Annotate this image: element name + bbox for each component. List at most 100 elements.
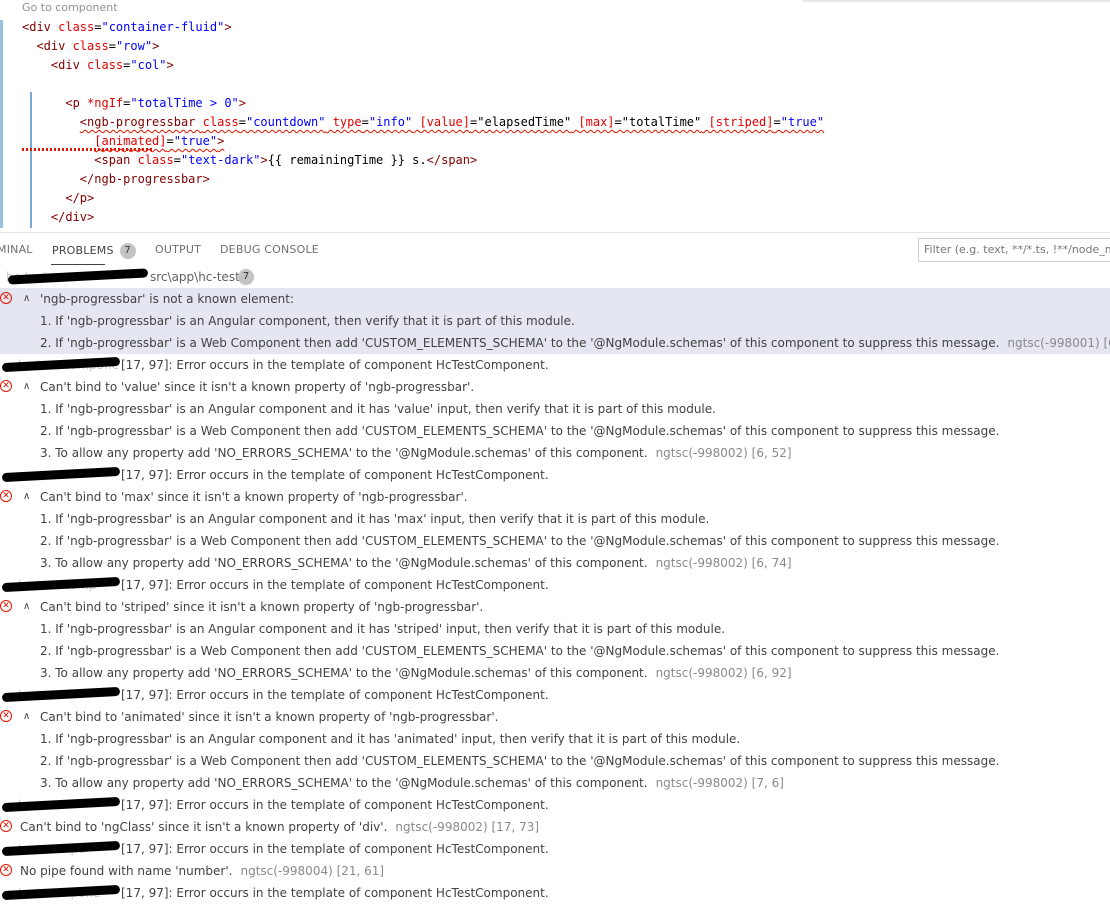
error-icon: ✕	[0, 864, 12, 876]
problem-row[interactable]: hc-test.comp[17, 97]: Error occurs in th…	[0, 574, 1110, 596]
code-line[interactable]: <ngb-progressbar class="countdown" type=…	[22, 113, 824, 132]
editor-top-border	[803, 0, 1110, 2]
problem-row[interactable]: 1. If 'ngb-progressbar' is an Angular co…	[0, 618, 1110, 640]
problem-row[interactable]: hc[17, 97]: Error occurs in the template…	[0, 794, 1110, 816]
problems-list: hc-test src\app\hc-test 7 ✕ ∧ 'ngb-progres…	[0, 266, 1110, 904]
problem-row[interactable]: 2. If 'ngb-progressbar' is a Web Compone…	[0, 530, 1110, 552]
problem-row[interactable]: 1. If 'ngb-progressbar' is an Angular co…	[0, 310, 1110, 332]
problem-message: [17, 97]: Error occurs in the template o…	[121, 842, 549, 856]
problem-row[interactable]: 2. If 'ngb-progressbar' is a Web Compone…	[0, 750, 1110, 772]
problem-row[interactable]: 3. To allow any property add 'NO_ERRORS_…	[0, 442, 1110, 464]
code-token: =	[614, 115, 622, 129]
problem-row[interactable]: ✕ No pipe found with name 'number'. ngtsc(…	[0, 860, 1110, 882]
problem-row[interactable]: 1. If 'ngb-progressbar' is an Angular co…	[0, 398, 1110, 420]
code-token: =	[166, 134, 174, 148]
problems-count-badge: 7	[119, 243, 136, 259]
code-token: "true"	[780, 115, 825, 129]
problem-row[interactable]: ✕ ∧ Can't bind to 'value' since it isn't a…	[0, 376, 1110, 398]
error-icon: ✕	[0, 490, 12, 502]
problem-message: No pipe found with name 'number'. ngtsc(-…	[20, 864, 385, 878]
code-lines[interactable]: <div class="container-fluid"> <div class…	[22, 18, 824, 227]
problem-row[interactable]: hc-test.compone[17, 97]: Error occurs in…	[0, 354, 1110, 376]
code-line[interactable]: <div class="container-fluid">	[22, 18, 824, 37]
tab-terminal[interactable]: MINAL	[0, 243, 33, 256]
code-line[interactable]: <p *ngIf="totalTime > 0">	[22, 94, 824, 113]
problem-message: 3. To allow any property add 'NO_ERRORS_…	[40, 776, 784, 790]
code-token: [value]	[419, 115, 471, 129]
code-line[interactable]: </p>	[22, 189, 824, 208]
tab-debug-console[interactable]: DEBUG CONSOLE	[220, 243, 319, 256]
collapse-chevron-icon[interactable]: ∧	[23, 706, 30, 728]
code-token: [striped]	[708, 115, 774, 129]
problem-row[interactable]: hc-t[17, 97]: Error occurs in the templa…	[0, 684, 1110, 706]
code-token: "totalTime > 0"	[130, 96, 239, 110]
problem-message: [17, 97]: Error occurs in the template o…	[121, 886, 549, 900]
problem-message: 1. If 'ngb-progressbar' is an Angular co…	[40, 622, 726, 636]
collapse-chevron-icon[interactable]: ∧	[23, 596, 30, 618]
code-line[interactable]: <span class="text-dark">{{ remainingTime…	[22, 151, 824, 170]
code-token: <div	[36, 39, 73, 53]
code-line[interactable]: </div>	[22, 208, 824, 227]
error-icon: ✕	[0, 600, 12, 612]
go-to-component-codelens[interactable]: Go to component	[22, 1, 118, 14]
code-token: "true"	[173, 134, 218, 148]
problem-row[interactable]: test.compone[17, 97]: Error occurs in th…	[0, 882, 1110, 904]
code-line[interactable]: <div class="row">	[22, 37, 824, 56]
problem-message: 2. If 'ngb-progressbar' is a Web Compone…	[40, 332, 1110, 354]
code-token: =	[361, 115, 369, 129]
problem-row[interactable]: 3. To allow any property add 'NO_ERRORS_…	[0, 772, 1110, 794]
active-tab-underline	[51, 264, 105, 265]
problem-code-location: ngtsc(-998001) [6, 5]	[1007, 336, 1110, 350]
file-path: src\app\hc-test	[150, 270, 240, 284]
problem-row[interactable]: 3. To allow any property add 'NO_ERRORS_…	[0, 552, 1110, 574]
code-token: class	[58, 20, 95, 34]
code-token: </p>	[65, 191, 95, 205]
bottom-panel: MINAL PROBLEMS 7 OUTPUT DEBUG CONSOLE Fil…	[0, 232, 1110, 923]
code-line[interactable]	[22, 75, 824, 94]
code-line[interactable]: <div class="col">	[22, 56, 824, 75]
code-token: >	[224, 20, 232, 34]
problem-message: 1. If 'ngb-progressbar' is an Angular co…	[40, 314, 575, 328]
code-token: "row"	[115, 39, 153, 53]
code-line[interactable]: </ngb-progressbar>	[22, 170, 824, 189]
code-token: =	[108, 39, 116, 53]
problem-row[interactable]: ✕ ∧ Can't bind to 'striped' since it isn't…	[0, 596, 1110, 618]
problem-row[interactable]: ✕ Can't bind to 'ngClass' since it isn't …	[0, 816, 1110, 838]
problem-row[interactable]: test.compo[17, 97]: Error occurs in the …	[0, 838, 1110, 860]
problem-row[interactable]: ✕ ∧ Can't bind to 'animated' since it isn'…	[0, 706, 1110, 728]
problems-filter-input[interactable]: Filter (e.g. text, **/*.ts, !**/node_mo	[918, 238, 1110, 262]
problem-message: [17, 97]: Error occurs in the template o…	[121, 358, 549, 372]
problem-message: 2. If 'ngb-progressbar' is a Web Compone…	[40, 424, 1000, 438]
tab-output[interactable]: OUTPUT	[155, 243, 201, 256]
code-token: <div	[50, 58, 88, 72]
problem-row[interactable]: ✕ ∧ Can't bind to 'max' since it isn't a k…	[0, 486, 1110, 508]
error-icon: ✕	[0, 292, 12, 304]
problem-row[interactable]: 2. If 'ngb-progressbar' is a Web Compone…	[0, 332, 1110, 354]
tab-problems[interactable]: PROBLEMS 7	[52, 243, 136, 259]
gutter-change-indicator	[0, 20, 3, 228]
code-editor[interactable]: Go to component <div class="container-fl…	[0, 0, 1110, 232]
problem-row[interactable]: 2. If 'ngb-progressbar' is a Web Compone…	[0, 420, 1110, 442]
problem-message: Can't bind to 'max' since it isn't a kno…	[40, 490, 468, 504]
code-token: {{ remainingTime }} s.	[267, 153, 427, 167]
problem-row[interactable]: 1. If 'ngb-progressbar' is an Angular co…	[0, 728, 1110, 750]
problem-code-location: ngtsc(-998002) [6, 74]	[655, 556, 792, 570]
error-icon: ✕	[0, 380, 12, 392]
problem-row[interactable]: 3. To allow any property add 'NO_ERRORS_…	[0, 662, 1110, 684]
problem-message: 2. If 'ngb-progressbar' is a Web Compone…	[40, 534, 1000, 548]
collapse-chevron-icon[interactable]: ∧	[23, 486, 30, 508]
problem-row[interactable]: ✕ ∧ 'ngb-progressbar' is not a known eleme…	[0, 288, 1110, 310]
problem-code-location: ngtsc(-998002) [17, 73]	[395, 820, 540, 834]
code-token: >	[152, 39, 160, 53]
problem-code-location: ngtsc(-998002) [7, 6]	[655, 776, 784, 790]
problem-code-location: ngtsc(-998002) [6, 52]	[655, 446, 792, 460]
problem-row[interactable]: 2. If 'ngb-progressbar' is a Web Compone…	[0, 640, 1110, 662]
problem-message: [17, 97]: Error occurs in the template o…	[121, 798, 549, 812]
problem-row[interactable]: 1. If 'ngb-progressbar' is an Angular co…	[0, 508, 1110, 530]
problem-message: Can't bind to 'ngClass' since it isn't a…	[20, 820, 540, 834]
problem-row[interactable]: [17, 97]: Error occurs in the template o…	[0, 464, 1110, 486]
collapse-chevron-icon[interactable]: ∧	[23, 288, 30, 310]
collapse-chevron-icon[interactable]: ∧	[23, 376, 30, 398]
code-token: =	[773, 115, 781, 129]
file-header-row[interactable]: hc-test src\app\hc-test 7	[0, 266, 1110, 288]
